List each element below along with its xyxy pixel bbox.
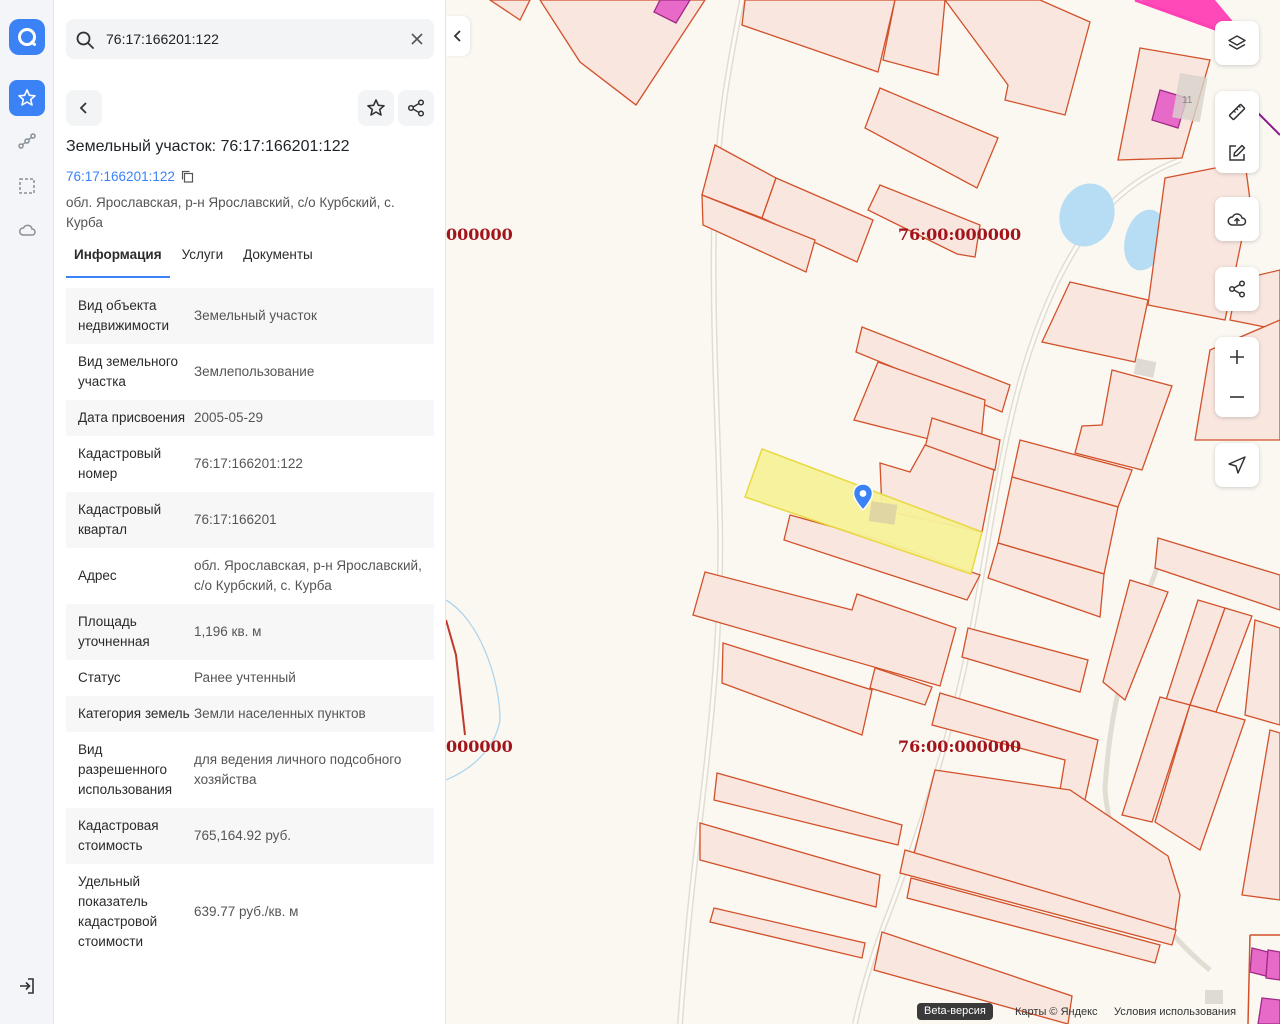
- row-label: Кадастровая стоимость: [78, 818, 159, 853]
- favorites-nav-icon[interactable]: [9, 80, 45, 116]
- row-value: Землепользование: [194, 364, 315, 379]
- table-row: Категория земель Земли населенных пунктов: [66, 696, 434, 732]
- table-row: Статус Ранее учтенный: [66, 660, 434, 696]
- info-tabs: Информация Услуги Документы: [66, 242, 325, 278]
- terms-link[interactable]: Условия использования: [1114, 1003, 1236, 1021]
- table-row: Кадастровая стоимость 765,164.92 руб.: [66, 808, 434, 864]
- navigation-arrow-icon: [1228, 456, 1246, 474]
- table-row: Кадастровый номер 76:17:166201:122: [66, 436, 434, 492]
- selection-nav-icon[interactable]: [9, 168, 45, 204]
- ruler-icon[interactable]: [1227, 102, 1247, 122]
- row-value: 1,196 кв. м: [194, 624, 262, 639]
- zoom-out-icon[interactable]: [1228, 388, 1246, 406]
- row-label: Дата присвоения: [78, 410, 186, 425]
- chevron-left-icon: [79, 102, 87, 114]
- search-bar: [66, 19, 434, 59]
- row-label: Кадастровый квартал: [78, 502, 162, 537]
- map-copyright[interactable]: Карты © Яндекс: [1015, 1003, 1098, 1021]
- row-value: 639.77 руб./кв. м: [194, 904, 299, 919]
- table-row: Дата присвоения 2005-05-29: [66, 400, 434, 436]
- cadastral-number-text[interactable]: 76:17:166201:122: [66, 169, 175, 184]
- location-pin-icon[interactable]: [852, 483, 874, 511]
- measure-edit-group: [1215, 91, 1259, 173]
- row-label: Кадастровый номер: [78, 446, 162, 481]
- copy-icon[interactable]: [181, 170, 194, 183]
- table-row: Вид объекта недвижимости Земельный участо…: [66, 288, 434, 344]
- table-row: Площадь уточненная 1,196 кв. м: [66, 604, 434, 660]
- share-button[interactable]: [398, 90, 434, 126]
- object-address: обл. Ярославская, р-н Ярославский, с/о К…: [66, 195, 395, 230]
- table-row: Вид земельного участка Землепользование: [66, 344, 434, 400]
- beta-badge: Beta-версия: [917, 1003, 993, 1020]
- cadastral-district-label: 000000: [446, 737, 513, 756]
- row-value: для ведения личного подсобного хозяйства: [194, 752, 402, 787]
- row-label: Вид разрешенного использования: [78, 742, 173, 797]
- row-value: 765,164.92 руб.: [194, 828, 292, 843]
- upload-button[interactable]: [1215, 197, 1259, 241]
- object-info-panel: Земельный участок: 76:17:166201:122 76:1…: [54, 0, 446, 1024]
- layers-button[interactable]: [1215, 21, 1259, 65]
- row-label: Категория земель: [78, 706, 190, 721]
- table-row: Адрес обл. Ярославская, р-н Ярославский, …: [66, 548, 434, 604]
- row-value: обл. Ярославская, р-н Ярославский, с/о К…: [194, 558, 422, 593]
- star-icon: [367, 99, 385, 116]
- house-number-label: 11: [1182, 95, 1193, 106]
- collapse-panel-button[interactable]: [446, 16, 470, 56]
- route-nav-icon[interactable]: [9, 124, 45, 160]
- table-row: Вид разрешенного использования для ведени…: [66, 732, 434, 808]
- tab-documents[interactable]: Документы: [235, 242, 321, 276]
- favorite-button[interactable]: [358, 90, 394, 126]
- cloud-upload-icon: [1227, 213, 1247, 226]
- row-value: 2005-05-29: [194, 410, 264, 425]
- row-label: Площадь уточненная: [78, 614, 150, 649]
- row-value: 76:17:166201: [194, 512, 277, 527]
- search-input[interactable]: [106, 19, 396, 59]
- edit-icon[interactable]: [1227, 143, 1247, 163]
- app-logo[interactable]: [9, 19, 45, 55]
- row-label: Адрес: [78, 568, 117, 583]
- row-value: Земельный участок: [194, 308, 317, 323]
- layers-icon: [1228, 35, 1246, 50]
- cadastral-number-link[interactable]: 76:17:166201:122: [66, 169, 194, 184]
- cadastral-district-label: 76:00:000000: [898, 737, 1022, 756]
- tab-services[interactable]: Услуги: [174, 242, 232, 276]
- row-label: Вид земельного участка: [78, 354, 179, 389]
- row-value: Ранее учтенный: [194, 670, 296, 685]
- row-value: 76:17:166201:122: [194, 456, 303, 471]
- table-row: Удельный показатель кадастровой стоимост…: [66, 864, 434, 960]
- cloud-nav-icon[interactable]: [9, 212, 45, 248]
- share-icon: [1228, 280, 1246, 298]
- info-table: Вид объекта недвижимости Земельный участо…: [66, 288, 434, 1002]
- cadastral-district-label: 76:00:000000: [898, 225, 1022, 244]
- share-icon: [407, 99, 425, 117]
- map-share-button[interactable]: [1215, 267, 1259, 311]
- zoom-controls: [1215, 337, 1259, 417]
- cadastral-district-label: 000000: [446, 225, 513, 244]
- chevron-left-icon: [453, 30, 461, 42]
- row-value: Земли населенных пунктов: [194, 706, 366, 721]
- page-title: Земельный участок: 76:17:166201:122: [66, 138, 350, 155]
- map-canvas[interactable]: [446, 0, 1280, 1024]
- app-rail: [0, 0, 54, 1024]
- back-button[interactable]: [66, 90, 102, 126]
- row-label: Удельный показатель кадастровой стоимост…: [78, 874, 158, 949]
- clear-search-icon[interactable]: [410, 32, 424, 51]
- my-location-button[interactable]: [1215, 443, 1259, 487]
- row-label: Статус: [78, 670, 121, 685]
- search-icon: [75, 30, 95, 55]
- zoom-in-icon[interactable]: [1228, 348, 1246, 366]
- row-label: Вид объекта недвижимости: [78, 298, 170, 333]
- logout-icon[interactable]: [9, 968, 45, 1004]
- cadastral-map[interactable]: 000000 76:00:000000 000000 76:00:000000 …: [446, 0, 1280, 1024]
- table-row: Кадастровый квартал 76:17:166201: [66, 492, 434, 548]
- tab-information[interactable]: Информация: [66, 242, 170, 278]
